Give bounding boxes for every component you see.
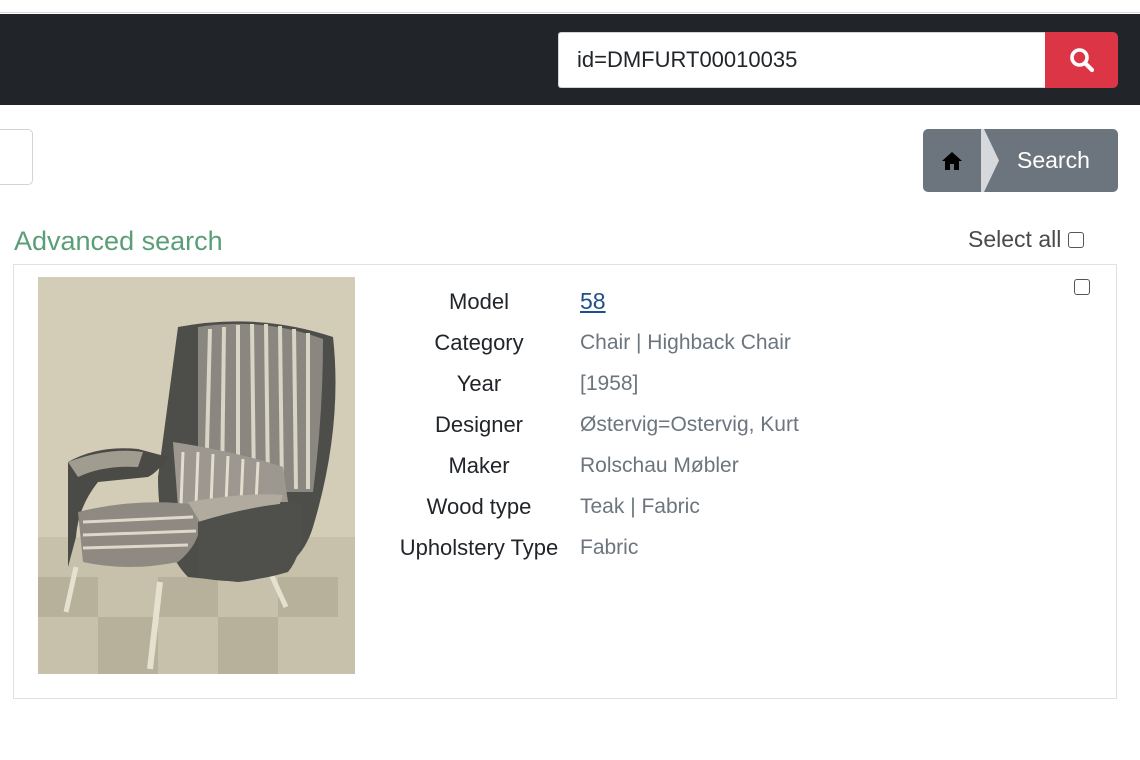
field-row-year: Year [1958] xyxy=(392,363,992,404)
field-row-model: Model 58 xyxy=(392,281,992,322)
search-icon xyxy=(1069,48,1094,73)
result-card: Model 58 Category Chair | Highback Chair… xyxy=(13,264,1117,699)
field-label: Upholstery Type xyxy=(399,534,559,560)
field-row-wood-type: Wood type Teak | Fabric xyxy=(392,486,992,527)
field-value: 58 xyxy=(580,288,606,315)
browser-top-strip xyxy=(0,0,1140,13)
field-value: [1958] xyxy=(580,371,639,395)
advanced-search-link[interactable]: Advanced search xyxy=(14,226,223,257)
search-input[interactable] xyxy=(558,32,1046,88)
field-value: Teak | Fabric xyxy=(580,494,700,518)
select-all-checkbox[interactable] xyxy=(1068,231,1085,248)
field-value: Chair | Highback Chair xyxy=(580,330,791,354)
field-label: Wood type xyxy=(426,493,532,519)
result-select-checkbox[interactable] xyxy=(1074,279,1090,295)
home-icon xyxy=(942,151,962,170)
field-label: Category xyxy=(434,329,524,355)
field-label: Designer xyxy=(434,411,524,437)
field-label: Maker xyxy=(448,452,510,478)
field-row-maker: Maker Rolschau Møbler xyxy=(392,445,992,486)
record-fields: Model 58 Category Chair | Highback Chair… xyxy=(392,281,992,568)
breadcrumb: Search xyxy=(923,129,1118,192)
field-label: Model xyxy=(449,288,509,314)
field-value: Østervig=Ostervig, Kurt xyxy=(580,412,799,436)
select-all-control: Select all xyxy=(968,226,1091,253)
field-row-upholstery-type: Upholstery Type Fabric xyxy=(392,527,992,568)
search-button[interactable] xyxy=(1045,32,1118,88)
breadcrumb-current[interactable]: Search xyxy=(1017,147,1090,174)
select-all-label: Select all xyxy=(968,226,1062,252)
field-row-category: Category Chair | Highback Chair xyxy=(392,322,992,363)
collapsed-panel-edge[interactable] xyxy=(0,129,33,185)
field-label: Year xyxy=(456,370,502,396)
field-value: Rolschau Møbler xyxy=(580,453,739,477)
chair-photo[interactable] xyxy=(38,277,355,674)
breadcrumb-home[interactable] xyxy=(923,129,981,192)
model-link[interactable]: 58 xyxy=(580,288,606,314)
breadcrumb-separator xyxy=(981,129,999,192)
field-row-designer: Designer Østervig=Ostervig, Kurt xyxy=(392,404,992,445)
field-value: Fabric xyxy=(580,535,639,559)
